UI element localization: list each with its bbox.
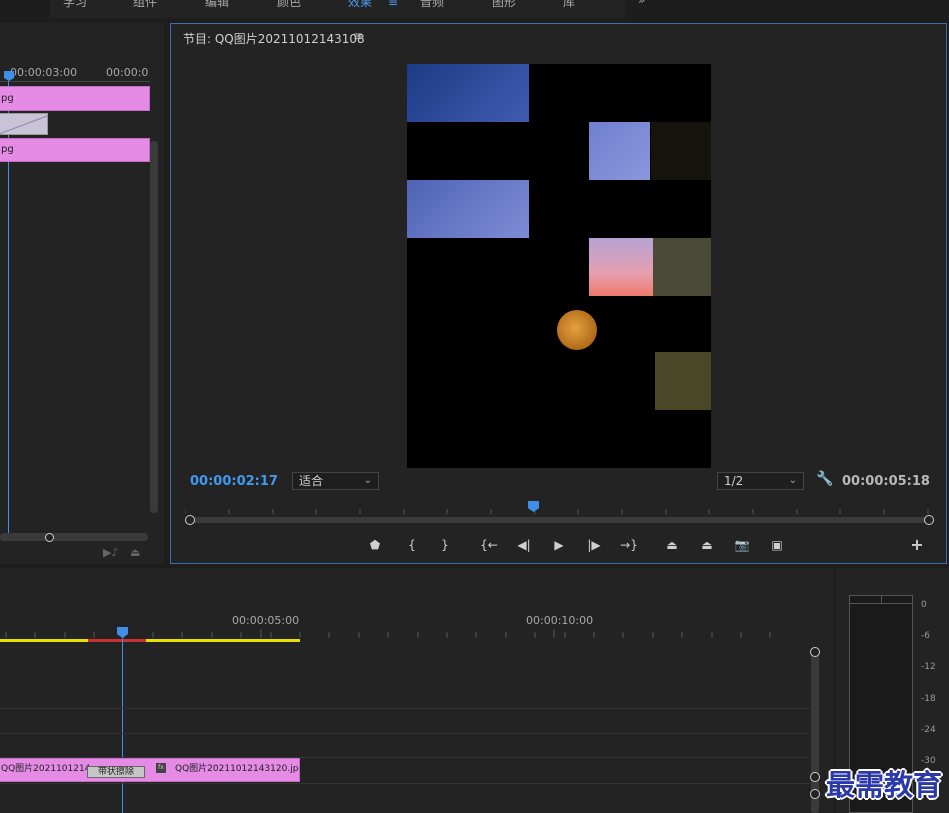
clip-label: pg — [1, 93, 14, 104]
resolution-dropdown[interactable]: 1/2 ⌄ — [717, 472, 804, 490]
sky-tile — [407, 64, 529, 122]
wall-tile — [655, 352, 711, 410]
sunset-tile — [589, 238, 653, 296]
tab-editing[interactable]: 编辑 — [205, 0, 229, 10]
program-ruler[interactable] — [184, 504, 931, 514]
horizontal-scrollbar[interactable] — [0, 533, 148, 541]
chevron-down-icon: ⌄ — [363, 475, 372, 486]
meter-channel-divider — [881, 595, 882, 604]
sky-tile — [589, 122, 650, 180]
zoom-handle-left[interactable] — [185, 515, 195, 525]
fit-dropdown[interactable]: 适合 ⌄ — [292, 472, 379, 490]
mark-out-button[interactable]: } — [435, 536, 455, 554]
workspace-bar: 学习 组件 编辑 颜色 效果 ≡ 音频 图形 库 » — [0, 0, 949, 18]
resolution-dropdown-value: 1/2 — [724, 474, 744, 488]
add-marker-button[interactable]: ⬟ — [365, 536, 385, 554]
ruler-ticks — [184, 509, 929, 514]
db-label: 0 — [921, 600, 927, 610]
scrollbar-handle[interactable] — [45, 533, 54, 542]
sky-tile — [407, 180, 529, 238]
db-label: -18 — [921, 694, 936, 704]
step-forward-button[interactable]: |▶ — [584, 536, 604, 554]
timeline-playhead-line — [122, 638, 123, 813]
fx-badge: fx — [156, 763, 166, 773]
go-to-in-button[interactable]: {← — [479, 536, 499, 554]
export-frame-button[interactable]: 📷 — [732, 536, 752, 554]
tab-assembly[interactable]: 组件 — [133, 0, 157, 10]
chevron-down-icon: ⌄ — [788, 475, 797, 486]
current-timecode[interactable]: 00:00:02:17 — [190, 474, 278, 489]
step-back-button[interactable]: ◀| — [514, 536, 534, 554]
go-to-out-button[interactable]: →} — [619, 536, 639, 554]
clip-label: pg — [1, 144, 14, 155]
program-monitor-panel: 节目: QQ图片20211012143108 ≡ 00:00:02:17 适合 … — [170, 23, 947, 564]
track-divider — [0, 733, 810, 734]
panel-menu-icon[interactable]: ≡ — [353, 29, 363, 43]
wall-tile — [653, 238, 711, 296]
extract-button[interactable]: ⏏ — [697, 536, 717, 554]
scroll-handle-bottom[interactable] — [810, 772, 820, 782]
dark-tile — [651, 122, 711, 180]
moon-image — [557, 310, 597, 350]
transition-block[interactable] — [0, 113, 48, 135]
track-divider — [0, 708, 810, 709]
timeline-panel: 00:00:05:00 00:00:10:00 QQ图片2021101214 带… — [0, 568, 834, 813]
render-bar — [88, 639, 146, 642]
mark-in-button[interactable]: { — [402, 536, 422, 554]
program-video-frame — [407, 64, 711, 468]
tab-learn[interactable]: 学习 — [63, 0, 87, 10]
lift-button[interactable]: ⏏ — [662, 536, 682, 554]
work-area-bar[interactable] — [0, 639, 300, 642]
zoom-handle-right[interactable] — [924, 515, 934, 525]
clip-left-label: QQ图片2021101214 — [1, 764, 91, 774]
playhead-handle[interactable] — [4, 71, 14, 81]
clip-top[interactable]: pg — [0, 86, 150, 111]
program-title: 节目: QQ图片20211012143108 — [183, 32, 365, 46]
tab-effects[interactable]: 效果 — [348, 0, 372, 10]
wrench-icon[interactable]: 🔧 — [816, 471, 833, 487]
tab-libraries[interactable]: 库 — [563, 0, 575, 10]
ruler-timecode: 00:00:03:00 — [10, 66, 78, 79]
track-divider — [0, 783, 810, 784]
source-timeline-panel: 00:00:03:00 00:00:0 pg pg ▶♪ ⏏ — [0, 23, 164, 564]
vertical-scrollbar[interactable] — [150, 141, 158, 513]
scroll-handle[interactable] — [810, 789, 820, 799]
transition-label[interactable]: 带状擦除 — [87, 766, 145, 778]
overwrite-icon[interactable]: ⏏ — [130, 546, 140, 559]
clip-right-label: QQ图片20211012143120.jpg — [175, 764, 300, 774]
fit-dropdown-value: 适合 — [299, 474, 324, 488]
ruler-baseline — [0, 81, 150, 82]
insert-icon[interactable]: ▶♪ — [103, 546, 118, 559]
play-button[interactable]: ▶ — [549, 536, 569, 554]
watermark-logo: 最需教育 — [826, 768, 943, 802]
tab-audio[interactable]: 音频 — [420, 0, 444, 10]
timeline-clip[interactable]: QQ图片2021101214 带状擦除 fx QQ图片2021101214312… — [0, 758, 300, 782]
ruler-timecode: 00:00:0 — [106, 66, 149, 79]
scroll-handle-top[interactable] — [810, 647, 820, 657]
tab-effects-menu-icon[interactable]: ≡ — [388, 0, 398, 9]
db-label: -12 — [921, 662, 936, 672]
transition-diagonal-icon — [0, 115, 48, 135]
duration-timecode: 00:00:05:18 — [842, 474, 930, 489]
db-label: -24 — [921, 725, 936, 735]
db-label: -6 — [921, 631, 930, 641]
workspace-overflow-button[interactable]: » — [638, 0, 645, 7]
clip-bottom[interactable]: pg — [0, 138, 150, 162]
tab-graphics[interactable]: 图形 — [492, 0, 516, 10]
comparison-view-button[interactable]: ▣ — [767, 536, 787, 554]
tab-color[interactable]: 颜色 — [277, 0, 301, 10]
zoom-scrollbar[interactable] — [188, 517, 930, 523]
add-button[interactable]: + — [907, 536, 927, 554]
